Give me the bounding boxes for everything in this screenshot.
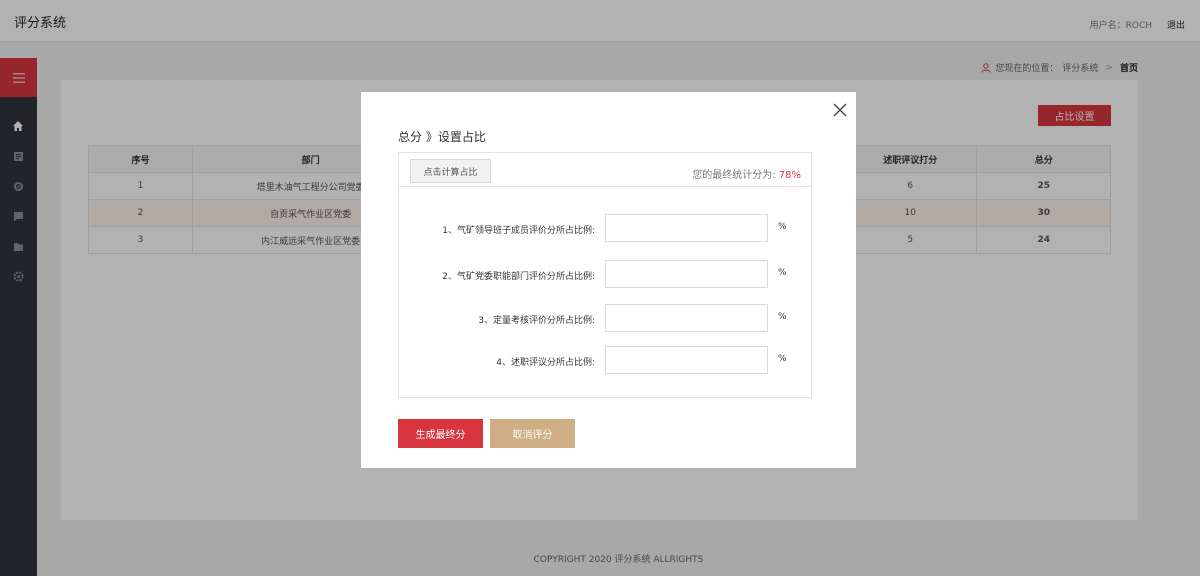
department-ratio-input[interactable] bbox=[605, 260, 768, 288]
debriefing-ratio-input[interactable] bbox=[605, 346, 768, 374]
ratio-field-row: 1、气矿领导班子成员评价分所占比例: % bbox=[399, 214, 811, 242]
ratio-form: 点击计算占比 您的最终统计分为: 78% 1、气矿领导班子成员评价分所占比例: … bbox=[398, 152, 812, 398]
quantitative-ratio-input[interactable] bbox=[605, 304, 768, 332]
ratio-field-row: 4、述职评议分所占比例: % bbox=[399, 346, 811, 374]
final-score-summary: 您的最终统计分为: 78% bbox=[692, 166, 801, 181]
percent-unit: % bbox=[778, 222, 787, 232]
close-button[interactable] bbox=[833, 102, 847, 117]
generate-final-score-button[interactable]: 生成最终分 bbox=[398, 419, 483, 448]
final-score-value: 78% bbox=[778, 170, 801, 181]
modal-title: 总分 》设置占比 bbox=[398, 130, 486, 144]
form-toolbar: 点击计算占比 您的最终统计分为: 78% bbox=[399, 153, 811, 187]
close-icon bbox=[833, 103, 847, 117]
ratio-settings-modal: 总分 》设置占比 点击计算占比 您的最终统计分为: 78% 1、气矿领导班子成员… bbox=[361, 92, 856, 468]
percent-unit: % bbox=[778, 268, 787, 278]
field-label: 1、气矿领导班子成员评价分所占比例: bbox=[442, 226, 595, 236]
final-score-label: 您的最终统计分为: bbox=[692, 170, 776, 181]
field-label: 3、定量考核评价分所占比例: bbox=[478, 316, 595, 326]
field-label: 4、述职评议分所占比例: bbox=[496, 358, 595, 368]
ratio-field-row: 3、定量考核评价分所占比例: % bbox=[399, 304, 811, 332]
calculate-ratio-button[interactable]: 点击计算占比 bbox=[410, 159, 491, 183]
cancel-scoring-button[interactable]: 取消评分 bbox=[490, 419, 575, 448]
percent-unit: % bbox=[778, 354, 787, 364]
ratio-field-row: 2、气矿党委职能部门评价分所占比例: % bbox=[399, 260, 811, 288]
percent-unit: % bbox=[778, 312, 787, 322]
field-label: 2、气矿党委职能部门评价分所占比例: bbox=[442, 272, 595, 282]
leadership-ratio-input[interactable] bbox=[605, 214, 768, 242]
